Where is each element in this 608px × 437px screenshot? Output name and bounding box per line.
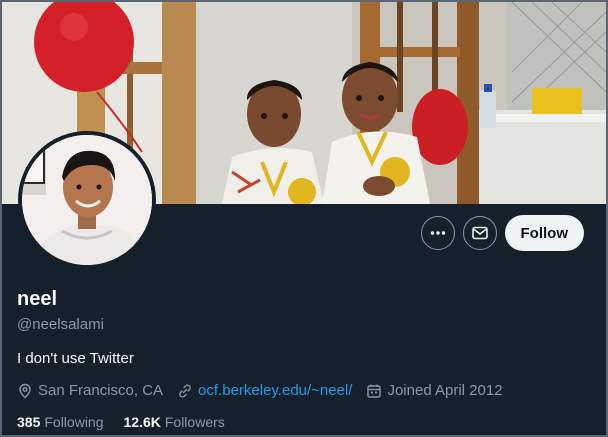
profile-name: neel: [17, 288, 58, 310]
calendar-icon: [367, 384, 382, 398]
location-text: San Francisco, CA: [38, 382, 164, 399]
link-icon: [179, 383, 191, 398]
following-stat[interactable]: 385 Following: [17, 414, 104, 430]
following-label: Following: [44, 414, 104, 430]
more-horizontal-icon: [430, 231, 445, 235]
website-item[interactable]: ocf.berkeley.edu/~neel/: [177, 382, 352, 399]
profile-handle: @neelsalami: [17, 316, 104, 333]
avatar-photo: [22, 135, 152, 265]
website-link[interactable]: ocf.berkeley.edu/~neel/: [198, 382, 352, 399]
profile-stats: 385 Following 12.6K Followers: [17, 414, 225, 430]
followers-label: Followers: [164, 414, 225, 430]
followers-count: 12.6K: [123, 414, 161, 430]
followers-stat[interactable]: 12.6K Followers: [124, 414, 225, 430]
location-pin-icon: [19, 383, 31, 398]
envelope-icon: [471, 226, 488, 240]
profile-meta: San Francisco, CA ocf.berkeley.edu/~neel…: [17, 382, 503, 399]
following-count: 385: [17, 414, 41, 430]
message-button[interactable]: [462, 216, 497, 250]
profile-avatar[interactable]: [18, 131, 156, 269]
profile-bio: I don't use Twitter: [17, 350, 134, 367]
more-button[interactable]: [420, 216, 455, 250]
profile-actions: Follow: [420, 215, 584, 251]
joined-item: Joined April 2012: [366, 382, 503, 399]
joined-text: Joined April 2012: [387, 382, 503, 399]
follow-button[interactable]: Follow: [504, 215, 584, 251]
location-item: San Francisco, CA: [17, 382, 163, 399]
